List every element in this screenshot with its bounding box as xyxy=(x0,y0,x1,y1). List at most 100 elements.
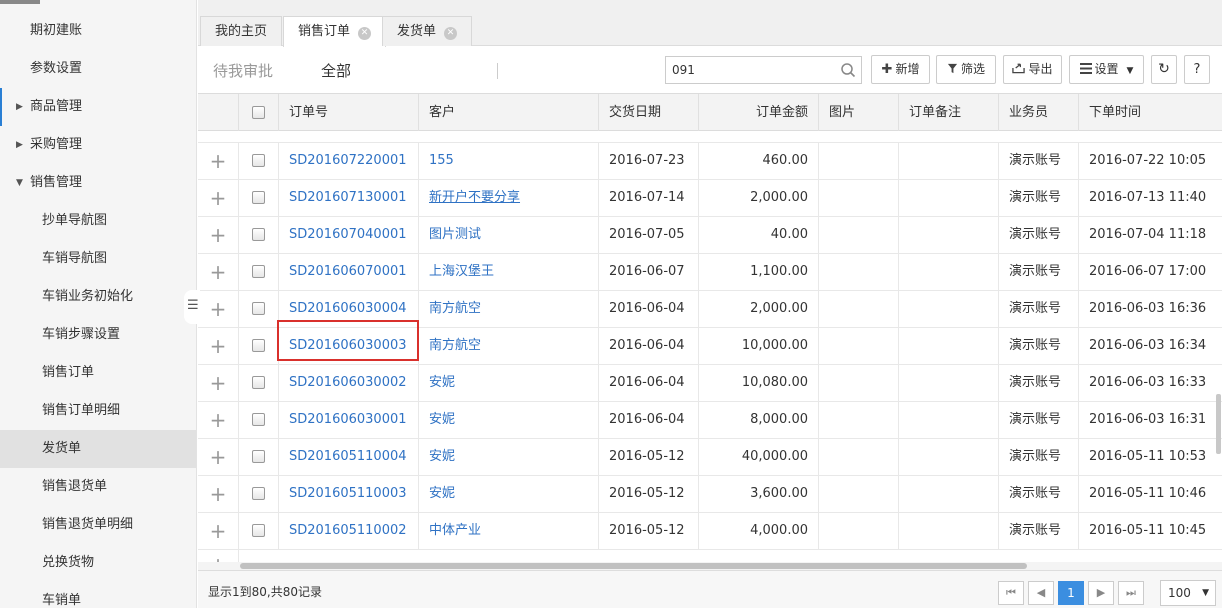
sidebar-item[interactable]: 销售退货单 xyxy=(0,468,196,506)
sidebar-item[interactable]: ▼ 销售管理 xyxy=(0,164,196,202)
header-order-no[interactable]: 订单号 xyxy=(279,94,419,131)
sidebar-item[interactable]: 兑换货物 xyxy=(0,544,196,582)
row-checkbox[interactable] xyxy=(252,154,265,167)
select-all-checkbox[interactable] xyxy=(252,106,265,119)
customer-link[interactable]: 上海汉堡王 xyxy=(419,254,599,290)
row-select-cell[interactable] xyxy=(239,365,279,401)
customer-link-text[interactable]: 中体产业 xyxy=(429,523,481,538)
customer-link-text[interactable]: 南方航空 xyxy=(429,301,481,316)
tab-sales-order[interactable]: 销售订单 ✕ xyxy=(283,16,387,47)
order-no-link[interactable]: SD201605110002 xyxy=(279,513,419,549)
order-no-link-text[interactable]: SD201605110002 xyxy=(289,523,407,538)
order-no-link-text[interactable]: SD201605110004 xyxy=(289,449,407,464)
search-input[interactable] xyxy=(666,57,836,83)
header-select-all[interactable] xyxy=(239,94,279,131)
expand-icon[interactable]: + xyxy=(198,365,239,401)
refresh-button[interactable]: ↻ xyxy=(1151,55,1177,84)
row-select-cell[interactable] xyxy=(239,217,279,253)
table-row[interactable]: + SD201607220001 155 2016-07-23 460.00 演示账号 20… xyxy=(198,143,1222,180)
table-row[interactable]: + SD201605110002 中体产业 2016-05-12 4,000.00 演示账… xyxy=(198,513,1222,550)
row-select-cell[interactable] xyxy=(239,291,279,327)
row-checkbox[interactable] xyxy=(252,302,265,315)
table-row[interactable]: + SD201606030002 安妮 2016-06-04 10,080.00 演示账号… xyxy=(198,365,1222,402)
order-no-link-text[interactable]: SD201606030001 xyxy=(289,412,407,427)
customer-link[interactable]: 安妮 xyxy=(419,476,599,512)
first-page-button[interactable]: ⏮ xyxy=(998,581,1024,605)
row-checkbox[interactable] xyxy=(252,265,265,278)
vertical-scrollbar[interactable] xyxy=(1216,394,1221,454)
tab-home[interactable]: 我的主页 xyxy=(200,16,283,46)
sidebar-item[interactable]: 销售退货单明细 xyxy=(0,506,196,544)
current-page-button[interactable]: 1 xyxy=(1058,581,1084,605)
tab-delivery[interactable]: 发货单 ✕ xyxy=(382,16,473,46)
expand-icon[interactable]: + xyxy=(198,217,239,253)
sidebar-item[interactable]: 销售订单 xyxy=(0,354,196,392)
header-order-time[interactable]: 下单时间 xyxy=(1079,94,1222,131)
table-row[interactable]: + SD201607040001 图片测试 2016-07-05 40.00 演示账号 20… xyxy=(198,217,1222,254)
search-icon[interactable] xyxy=(840,62,856,78)
order-no-link[interactable]: SD201606030002 xyxy=(279,365,419,401)
sidebar-item[interactable]: 车销业务初始化 xyxy=(0,278,196,316)
row-select-cell[interactable] xyxy=(239,180,279,216)
sidebar-item[interactable]: 参数设置 xyxy=(0,50,196,88)
order-no-link[interactable]: SD201607220001 xyxy=(279,143,419,179)
order-no-link-text[interactable]: SD201607220001 xyxy=(289,153,407,168)
expand-icon[interactable]: + xyxy=(198,513,239,549)
row-checkbox[interactable] xyxy=(252,376,265,389)
sidebar-item[interactable]: 车销单 xyxy=(0,582,196,608)
customer-link-text[interactable]: 上海汉堡王 xyxy=(429,264,494,279)
header-delivery-date[interactable]: 交货日期 xyxy=(599,94,699,131)
row-checkbox[interactable] xyxy=(252,339,265,352)
row-select-cell[interactable] xyxy=(239,476,279,512)
prev-page-button[interactable]: ◀ xyxy=(1028,581,1054,605)
customer-link[interactable]: 155 xyxy=(419,143,599,179)
order-no-link-text[interactable]: SD201606030002 xyxy=(289,375,407,390)
customer-link[interactable]: 安妮 xyxy=(419,402,599,438)
customer-link-text[interactable]: 新开户不要分享 xyxy=(429,190,520,205)
sidebar-item[interactable]: ▶ 采购管理 xyxy=(0,126,196,164)
customer-link-text[interactable]: 安妮 xyxy=(429,375,455,390)
sidebar-item[interactable]: 发货单 xyxy=(0,430,196,468)
order-no-link[interactable]: SD201606030001 xyxy=(279,402,419,438)
settings-dropdown[interactable]: 设置 ▼ xyxy=(1069,55,1144,84)
customer-link-text[interactable]: 南方航空 xyxy=(429,338,481,353)
expand-icon[interactable]: + xyxy=(198,180,239,216)
row-checkbox[interactable] xyxy=(252,413,265,426)
table-row[interactable]: + SD201605110004 安妮 2016-05-12 40,000.00 演示账号… xyxy=(198,439,1222,476)
row-select-cell[interactable] xyxy=(239,143,279,179)
order-no-link[interactable]: SD201605110003 xyxy=(279,476,419,512)
scrollbar-thumb[interactable] xyxy=(240,563,1027,569)
last-page-button[interactable]: ⏭ xyxy=(1118,581,1144,605)
header-note[interactable]: 订单备注 xyxy=(899,94,999,131)
sidebar-item[interactable]: 期初建账 xyxy=(0,12,196,50)
sidebar-collapse-handle[interactable]: ☰ xyxy=(184,290,200,324)
row-select-cell[interactable] xyxy=(239,328,279,364)
horizontal-scrollbar[interactable] xyxy=(198,562,1222,570)
header-salesperson[interactable]: 业务员 xyxy=(999,94,1079,131)
table-row[interactable]: + SD201605110003 安妮 2016-05-12 3,600.00 演示账号 2… xyxy=(198,476,1222,513)
order-no-link-text[interactable]: SD201606070001 xyxy=(289,264,407,279)
sidebar-item[interactable]: 销售订单明细 xyxy=(0,392,196,430)
order-no-link-text[interactable]: SD201607130001 xyxy=(289,190,407,205)
table-row[interactable]: + SD201607130001 新开户不要分享 2016-07-14 2,000.00… xyxy=(198,180,1222,217)
next-page-button[interactable]: ▶ xyxy=(1088,581,1114,605)
customer-link-text[interactable]: 安妮 xyxy=(429,486,455,501)
order-no-link[interactable]: SD201606070001 xyxy=(279,254,419,290)
row-select-cell[interactable] xyxy=(239,254,279,290)
expand-icon[interactable]: + xyxy=(198,254,239,290)
order-no-link[interactable]: SD201607040001 xyxy=(279,217,419,253)
header-customer[interactable]: 客户 xyxy=(419,94,599,131)
row-checkbox[interactable] xyxy=(252,450,265,463)
close-icon[interactable]: ✕ xyxy=(358,27,372,40)
row-select-cell[interactable] xyxy=(239,513,279,549)
expand-icon[interactable]: + xyxy=(198,402,239,438)
row-checkbox[interactable] xyxy=(252,228,265,241)
customer-link[interactable]: 安妮 xyxy=(419,365,599,401)
order-no-link-text[interactable]: SD201606030004 xyxy=(289,301,407,316)
sidebar-item[interactable]: 车销步骤设置 xyxy=(0,316,196,354)
customer-link-text[interactable]: 155 xyxy=(429,153,454,168)
expand-icon[interactable]: + xyxy=(198,439,239,475)
order-no-link[interactable]: SD201607130001 xyxy=(279,180,419,216)
row-select-cell[interactable] xyxy=(239,402,279,438)
order-no-link-text[interactable]: SD201605110003 xyxy=(289,486,407,501)
